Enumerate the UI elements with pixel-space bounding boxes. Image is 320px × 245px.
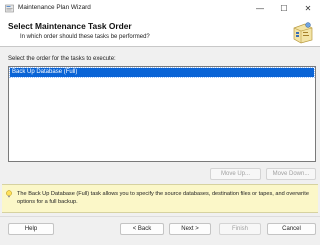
maintenance-plan-icon <box>291 20 315 44</box>
back-button[interactable]: < Back <box>120 223 164 235</box>
next-button[interactable]: Next > <box>169 223 211 235</box>
move-up-button[interactable]: Move Up... <box>210 168 261 180</box>
maintenance-plan-wizard-window: Maintenance Plan Wizard — ☐ ✕ Select Mai… <box>0 0 320 245</box>
task-description-panel: The Back Up Database (Full) task allows … <box>2 184 318 213</box>
help-button[interactable]: Help <box>8 223 54 235</box>
task-description-text: The Back Up Database (Full) task allows … <box>17 191 309 205</box>
task-order-prompt: Select the order for the tasks to execut… <box>8 56 116 62</box>
minimize-button[interactable]: — <box>248 0 272 17</box>
page-subtitle: In which order should these tasks be per… <box>20 34 150 40</box>
window-title: Maintenance Plan Wizard <box>18 4 91 11</box>
title-bar: Maintenance Plan Wizard — ☐ ✕ <box>0 0 320 17</box>
lightbulb-icon <box>5 190 13 198</box>
page-title: Select Maintenance Task Order <box>8 21 132 31</box>
list-item[interactable]: Back Up Database (Full) <box>9 67 315 78</box>
task-order-list[interactable]: Back Up Database (Full) <box>8 66 316 162</box>
finish-button[interactable]: Finish <box>219 223 261 235</box>
cancel-button[interactable]: Cancel <box>267 223 316 235</box>
close-button[interactable]: ✕ <box>296 0 320 17</box>
maximize-button[interactable]: ☐ <box>272 0 296 17</box>
wizard-header: Select Maintenance Task Order In which o… <box>0 17 320 47</box>
wizard-icon <box>5 4 14 13</box>
move-down-button[interactable]: Move Down... <box>266 168 316 180</box>
footer-divider <box>0 216 320 217</box>
